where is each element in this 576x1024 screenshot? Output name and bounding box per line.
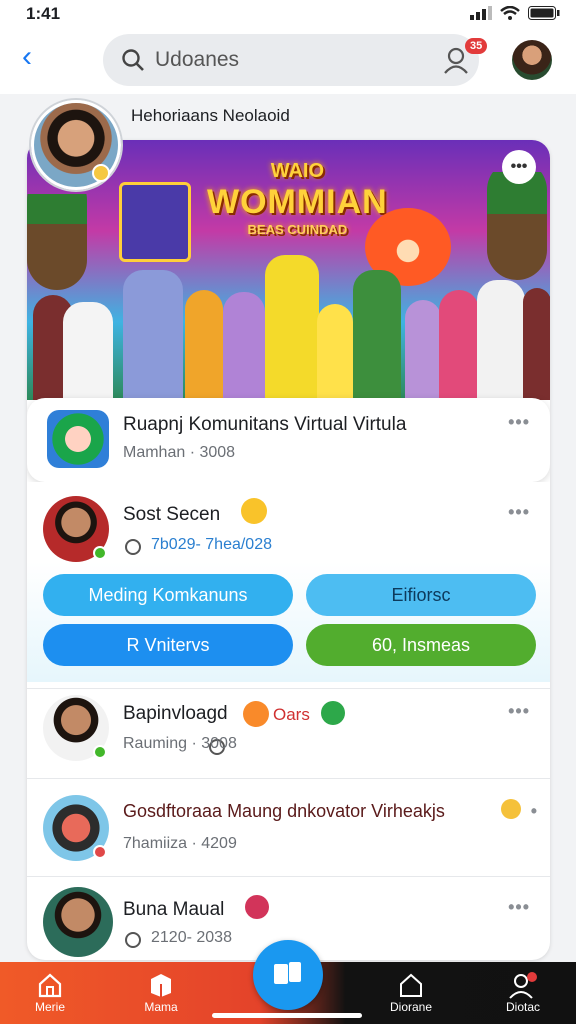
crowd-person [405, 300, 441, 400]
battery-icon [528, 6, 560, 20]
status-dot [93, 845, 107, 859]
community-row[interactable]: Ruapnj Komunitans Virtual Virtula Mamhan… [27, 398, 550, 482]
header: ‹ Udoanes 35 [0, 28, 576, 94]
profile-icon [509, 972, 537, 999]
events-button[interactable]: Eifiorsc [306, 574, 536, 616]
group-avatar-badge [92, 164, 110, 182]
crowd-person [317, 304, 353, 400]
wifi-icon [500, 6, 520, 20]
banner-line3: BEAS CUINDAD [247, 222, 348, 237]
banner-line1: WAIO [270, 160, 325, 182]
box-icon [151, 974, 171, 997]
row-title: Buna Maual [123, 899, 225, 920]
crowd-person [185, 290, 223, 400]
row-tag: Oars [273, 705, 310, 724]
crowd-person [523, 288, 550, 400]
banner-more-button[interactable]: ••• [502, 150, 536, 184]
feed-card: WAIO WOMMIAN BEAS CUINDAD ••• Ruapnj Kom… [27, 140, 550, 960]
post-avatar [43, 887, 113, 957]
comment-icon [125, 932, 141, 948]
compose-fab[interactable] [253, 940, 323, 1010]
nav-market[interactable]: Mama [116, 972, 206, 1014]
notification-badge: 35 [465, 38, 488, 54]
nav-diorane-label: Diorane [389, 1000, 433, 1014]
poster-board [119, 182, 191, 262]
nav-home-label: Merie [34, 1000, 65, 1014]
crowd-person [123, 270, 183, 400]
chat-icon [274, 962, 301, 984]
crowd-person [63, 302, 113, 400]
row-more-icon[interactable]: ••• [508, 897, 530, 918]
back-chevron-icon[interactable]: ‹ [22, 42, 32, 72]
crowd-person [265, 255, 319, 400]
house-icon [400, 973, 422, 997]
crowd-person [223, 292, 265, 400]
online-dot [93, 546, 107, 560]
group-name: Hehoriaans Neolaoid [131, 106, 290, 125]
search-icon [122, 49, 144, 71]
green-check-icon [321, 701, 345, 725]
home-icon [38, 973, 62, 998]
row-subtitle: 2120- 2038 [151, 929, 232, 946]
row-more-icon[interactable]: ••• [508, 412, 530, 433]
row-title: Bapinvloagd [123, 703, 228, 724]
nav-diotac[interactable]: Diotac [478, 972, 568, 1014]
status-icons [470, 6, 560, 20]
row-title: Ruapnj Komunitans Virtual Virtula [123, 414, 407, 435]
post-row[interactable]: Gosdftoraaa Maung dnkovator Virheakjs 7h… [27, 778, 550, 876]
nav-diotac-label: Diotac [505, 1000, 540, 1014]
profile-avatar[interactable] [512, 40, 552, 80]
insights-button[interactable]: 60, Insmeas [306, 624, 536, 666]
signal-icon [470, 6, 492, 20]
search-text: Udoanes [155, 48, 240, 71]
row-subtitle: 7b029- 7hea/028 [151, 536, 272, 553]
nav-diorane[interactable]: Diorane [366, 972, 456, 1014]
crowd-person [439, 290, 479, 400]
banner-line2: WOMMIAN [207, 183, 388, 221]
nav-market-label: Mama [144, 1000, 178, 1014]
emoji-icon [243, 701, 269, 727]
post-row[interactable]: Bapinvloagd Oars Rauming · 3008 ••• [27, 688, 550, 778]
crowd-person [477, 280, 525, 400]
emoji-icon [241, 498, 267, 524]
status-bar: 1:41 [0, 0, 576, 28]
emoji-icon [245, 895, 269, 919]
thumbs-icon [501, 799, 521, 819]
row-subtitle: Mamhan · 3008 [123, 444, 236, 461]
home-indicator [212, 1013, 362, 1018]
row-subtitle: Rauming · 3008 [123, 735, 237, 752]
banner-logo: WAIO WOMMIAN BEAS CUINDAD [207, 160, 388, 237]
status-time: 1:41 [26, 4, 61, 23]
meeting-button[interactable]: Meding Komkanuns [43, 574, 293, 616]
nav-home[interactable]: Merie [5, 972, 95, 1014]
row-title: Gosdftoraaa Maung dnkovator Virheakjs [123, 801, 445, 821]
post-row[interactable]: Sost Secen 7b029- 7hea/028 ••• Meding Ko… [27, 482, 550, 682]
row-subtitle: 7hamiiza · 4209 [123, 835, 237, 852]
crowd-person [353, 270, 401, 400]
row-title: Sost Secen [123, 504, 221, 525]
row-more-icon[interactable]: ••• [508, 502, 530, 523]
community-avatar [47, 410, 109, 468]
comment-icon [125, 539, 141, 555]
invites-button[interactable]: R Vnitervs [43, 624, 293, 666]
search-bar[interactable]: Udoanes [103, 34, 479, 86]
online-dot [93, 745, 107, 759]
row-more-icon[interactable]: ••• [508, 701, 530, 722]
row-more-icon[interactable]: • [531, 801, 538, 822]
